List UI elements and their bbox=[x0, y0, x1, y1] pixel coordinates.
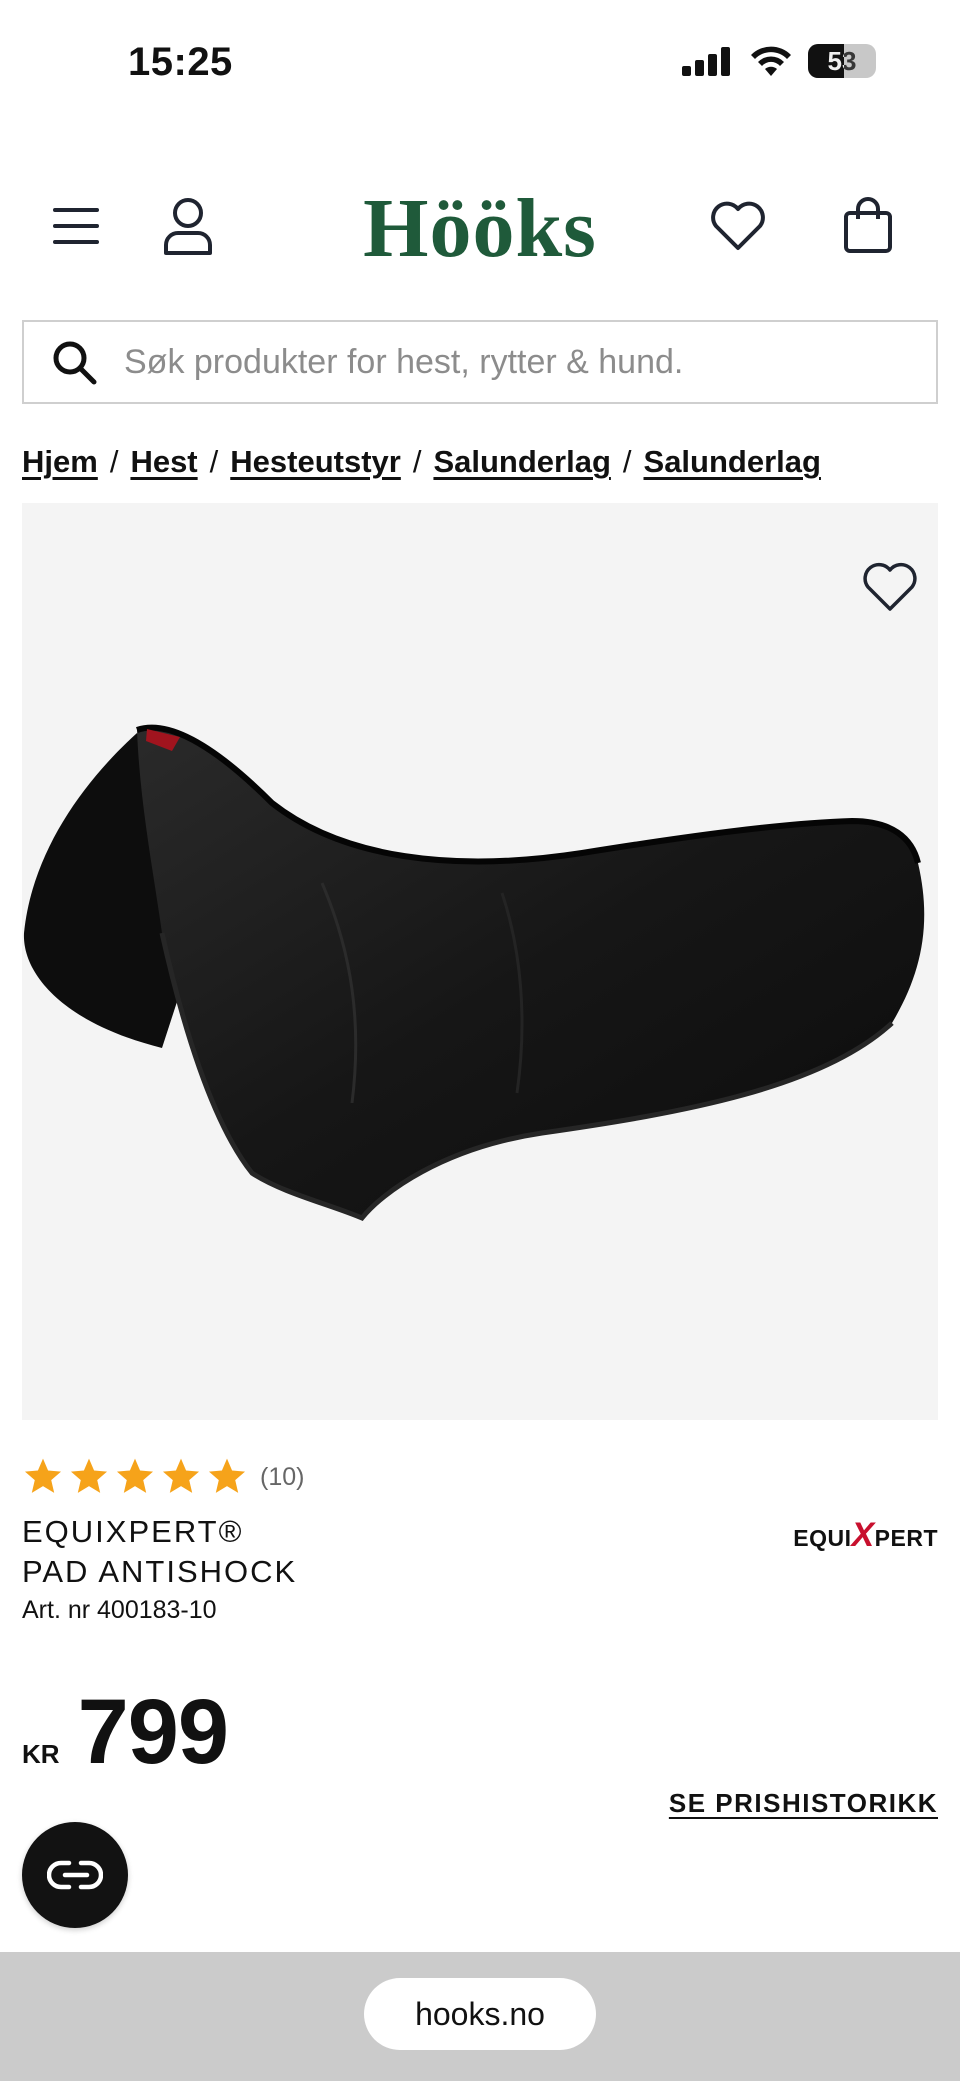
breadcrumb: Hjem / Hest / Hesteutstyr / Salunderlag … bbox=[22, 444, 821, 480]
breadcrumb-separator: / bbox=[412, 444, 422, 479]
search-icon[interactable] bbox=[24, 322, 124, 402]
product-image[interactable] bbox=[22, 503, 938, 1420]
url-bar[interactable]: hooks.no bbox=[364, 1978, 596, 2050]
product-name: PAD ANTISHOCK bbox=[22, 1554, 298, 1589]
chat-icon bbox=[47, 1860, 103, 1890]
wishlist-button[interactable] bbox=[706, 194, 770, 258]
search-bar bbox=[22, 320, 938, 404]
price-history-link[interactable]: SE PRISHISTORIKK bbox=[669, 1788, 938, 1819]
product-wishlist-button[interactable] bbox=[858, 555, 922, 619]
star-icon bbox=[208, 1458, 246, 1493]
star-icon bbox=[70, 1458, 108, 1493]
price-currency: KR bbox=[22, 1739, 60, 1769]
breadcrumb-hjem[interactable]: Hjem bbox=[22, 444, 98, 480]
heart-icon bbox=[863, 562, 917, 611]
star-icon bbox=[24, 1458, 62, 1493]
heart-icon bbox=[711, 201, 765, 250]
star-icon bbox=[116, 1458, 154, 1493]
article-number: Art. nr 400183-10 bbox=[22, 1596, 217, 1624]
shopping-bag-icon bbox=[844, 197, 892, 253]
product-price: KR 799 bbox=[22, 1680, 229, 1785]
site-header: Hööks bbox=[0, 170, 960, 282]
cart-button[interactable] bbox=[836, 194, 900, 258]
site-logo[interactable]: Hööks bbox=[0, 180, 960, 277]
star-icon bbox=[162, 1458, 200, 1493]
status-time: 15:25 bbox=[128, 40, 233, 84]
brand-logo-x: X bbox=[851, 1515, 875, 1554]
brand-logo-text: EQUIXPERT bbox=[793, 1515, 938, 1554]
breadcrumb-salunderlag[interactable]: Salunderlag bbox=[433, 444, 610, 480]
wifi-icon bbox=[751, 46, 791, 76]
browser-toolbar: hooks.no bbox=[0, 1952, 960, 2081]
brand-logo-x-mark bbox=[793, 1535, 794, 1536]
brand-logo[interactable]: EQUIXPERT bbox=[793, 1510, 938, 1560]
breadcrumb-hesteutstyr[interactable]: Hesteutstyr bbox=[230, 444, 401, 480]
breadcrumb-separator: / bbox=[209, 444, 219, 479]
breadcrumb-salunderlag-current[interactable]: Salunderlag bbox=[644, 444, 821, 480]
status-bar: 15:25 53 bbox=[0, 0, 960, 120]
breadcrumb-separator: / bbox=[109, 444, 119, 479]
chat-button[interactable] bbox=[22, 1822, 128, 1928]
breadcrumb-hest[interactable]: Hest bbox=[130, 444, 197, 480]
battery-icon: 53 bbox=[808, 44, 876, 78]
saddle-pad-image bbox=[23, 724, 925, 1222]
review-count[interactable]: (10) bbox=[260, 1463, 304, 1492]
price-value: 799 bbox=[77, 1681, 229, 1783]
status-icons: 53 bbox=[682, 44, 876, 78]
breadcrumb-separator: / bbox=[622, 444, 632, 479]
product-rating[interactable]: (10) bbox=[22, 1456, 304, 1498]
cellular-signal-icon bbox=[682, 47, 730, 76]
search-input[interactable] bbox=[124, 342, 936, 382]
product-brand: EQUIXPERT® bbox=[22, 1514, 244, 1549]
battery-percent: 53 bbox=[827, 45, 857, 76]
